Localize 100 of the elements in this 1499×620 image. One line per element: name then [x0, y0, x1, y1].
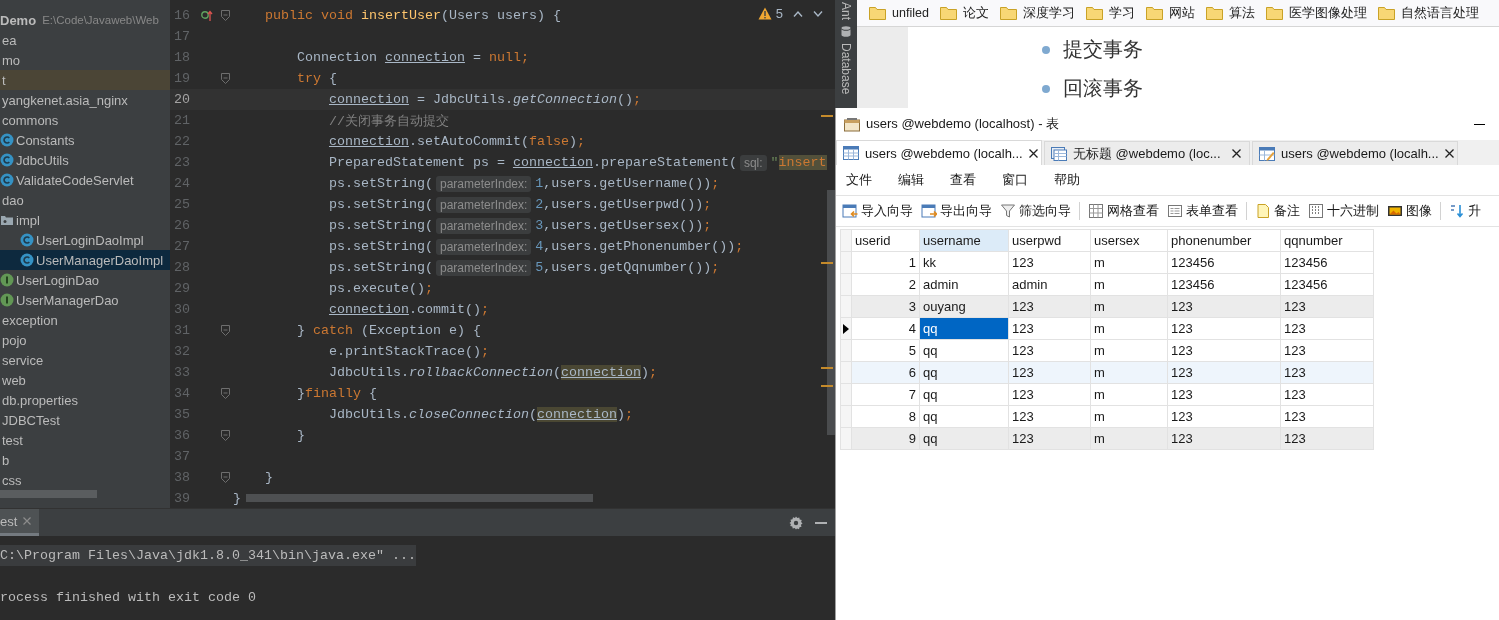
tree-item[interactable]: t — [2, 72, 6, 88]
tree-item[interactable]: pojo — [2, 332, 27, 348]
tree-item[interactable]: ea — [2, 32, 17, 48]
folder-icon — [1145, 6, 1163, 20]
table-icon — [843, 146, 859, 160]
tool-window-label[interactable]: Ant — [839, 2, 853, 20]
table-cell: qq — [919, 339, 1009, 362]
line-number: 39 — [173, 491, 190, 506]
interface-icon — [0, 273, 14, 287]
bookmark-folder[interactable]: 深度学习 — [999, 4, 1075, 22]
line-number: 29 — [173, 281, 190, 296]
tree-item[interactable]: mo — [2, 52, 21, 68]
toolbar-button[interactable]: 表单查看 — [1167, 202, 1238, 220]
table-cell: 123 — [1280, 361, 1374, 384]
tree-item[interactable]: yangkenet.asia_nginx — [2, 92, 128, 108]
table-cell: 9 — [851, 427, 920, 450]
tree-item[interactable]: impl — [16, 212, 40, 228]
menu-item[interactable]: 窗口 — [1001, 171, 1029, 189]
parameter-hint: parameterIndex: — [435, 175, 532, 192]
bookmark-folder[interactable]: 自然语言处理 — [1377, 4, 1479, 22]
tree-item[interactable]: UserLoginDao — [16, 272, 100, 288]
import-icon — [842, 203, 858, 219]
tree-item[interactable]: db.properties — [2, 392, 78, 408]
scrollbar[interactable] — [827, 190, 835, 435]
column-header[interactable]: phonenumber — [1167, 229, 1281, 252]
table-cell: 123 — [1167, 361, 1281, 384]
tree-item[interactable]: dao — [2, 192, 24, 208]
table-cell: admin — [919, 273, 1009, 296]
column-header[interactable]: userid — [851, 229, 920, 252]
column-header[interactable]: qqnumber — [1280, 229, 1374, 252]
tree-item[interactable]: JdbcUtils — [16, 152, 69, 168]
toolbar-button[interactable]: 升 — [1449, 202, 1481, 220]
menu-item[interactable]: 文件 — [845, 171, 873, 189]
folder-icon — [1265, 6, 1283, 20]
toolbar-button[interactable]: 备注 — [1255, 202, 1300, 220]
code-line: JdbcUtils.rollbackConnection(connection); — [327, 365, 657, 380]
folder-icon — [1377, 6, 1395, 20]
tree-item[interactable]: service — [2, 352, 44, 368]
code-line: ps.execute(); — [327, 281, 433, 296]
tree-item[interactable]: Constants — [16, 132, 75, 148]
tree-item[interactable]: web — [2, 372, 26, 388]
bookmark-folder[interactable]: 学习 — [1085, 4, 1135, 22]
run-tab[interactable]: est — [0, 509, 40, 536]
code-line: connection.setAutoCommit(false); — [328, 134, 585, 149]
toolbar-button[interactable]: 导出向导 — [921, 202, 992, 220]
toolbar-button[interactable]: 导入向导 — [842, 202, 913, 220]
tree-item[interactable]: Demo — [0, 12, 37, 28]
warning-marker — [821, 115, 833, 117]
line-number: 38 — [173, 470, 190, 485]
filter-icon — [1000, 203, 1016, 219]
line-number: 27 — [173, 239, 190, 254]
tree-row-highlight[interactable]: t — [0, 70, 170, 90]
menu-item[interactable]: 帮助 — [1053, 171, 1081, 189]
toolbar-button[interactable]: 十六进制 — [1308, 202, 1379, 220]
document-tab[interactable]: 无标题 @webdemo (loc... — [1044, 141, 1250, 165]
tree-row-highlight[interactable]: UserManagerDaoImpl — [0, 250, 170, 270]
bookmark-folder[interactable]: 网站 — [1145, 4, 1195, 22]
grid-icon — [1308, 203, 1324, 219]
tree-item[interactable]: exception — [2, 312, 58, 328]
bookmark-folder[interactable]: 论文 — [939, 4, 989, 22]
table-cell: 123 — [1008, 405, 1091, 428]
toolbar-button[interactable]: 筛选向导 — [1000, 202, 1071, 220]
tree-item[interactable]: test — [2, 432, 23, 448]
column-header[interactable]: username — [919, 229, 1009, 252]
tool-window-label[interactable]: Database — [839, 43, 853, 95]
bookmark-folder[interactable]: 算法 — [1205, 4, 1255, 22]
table-cell: m — [1090, 361, 1168, 384]
bookmark-folder[interactable]: unfiled — [869, 6, 929, 20]
tree-item[interactable]: UserManagerDaoImpl — [36, 252, 164, 268]
tree-item[interactable]: commons — [2, 112, 59, 128]
tree-item[interactable]: UserManagerDao — [16, 292, 119, 308]
problem-count[interactable]: 5 — [775, 6, 783, 21]
tree-item[interactable]: JDBCTest — [2, 412, 60, 428]
class-icon — [0, 153, 14, 167]
menu-item[interactable]: 查看 — [949, 171, 977, 189]
code-line: JdbcUtils.closeConnection(connection); — [327, 407, 633, 422]
bookmark-folder[interactable]: 医学图像处理 — [1265, 4, 1367, 22]
table-cell: 123 — [1280, 295, 1374, 318]
scrollbar[interactable] — [0, 490, 97, 498]
toolbar-button[interactable]: 图像 — [1387, 202, 1432, 220]
document-tab[interactable]: users @webdemo (localh... — [836, 140, 1042, 165]
table-cell: 6 — [851, 361, 920, 384]
tree-item[interactable]: UserLoginDaoImpl — [36, 232, 144, 248]
table-cell: admin — [1008, 273, 1091, 296]
tree-item[interactable]: css — [2, 472, 22, 488]
document-tab[interactable]: users @webdemo (localh... — [1252, 141, 1458, 165]
minimize-icon[interactable] — [1474, 123, 1485, 125]
tree-item[interactable]: ValidateCodeServlet — [16, 172, 134, 188]
column-header[interactable]: usersex — [1090, 229, 1168, 252]
folder-icon — [869, 6, 886, 20]
toolbar-button[interactable]: 网格查看 — [1088, 202, 1159, 220]
list-item: 提交事务 — [1063, 37, 1143, 62]
menu-item[interactable]: 编辑 — [897, 171, 925, 189]
code-line: try { — [296, 71, 337, 86]
table-cell: 123 — [1280, 405, 1374, 428]
column-header[interactable]: userpwd — [1008, 229, 1091, 252]
scrollbar[interactable] — [246, 494, 593, 502]
table-cell: 2 — [851, 273, 920, 296]
tree-item[interactable]: b — [2, 452, 10, 468]
table-cell: 123 — [1280, 427, 1374, 450]
